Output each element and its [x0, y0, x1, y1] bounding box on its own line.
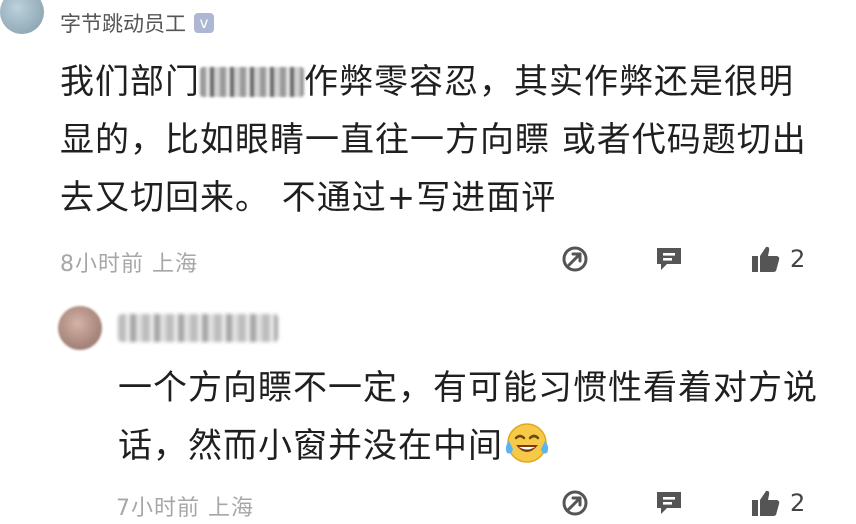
like-icon: [752, 490, 780, 516]
censored-text: [200, 67, 304, 97]
reply-text: 一个方向瞟不一定，有可能习惯性看着对方说话，然而小窗并没在中间: [118, 359, 818, 483]
comment-location: 上海: [152, 252, 199, 277]
reply-text-content: 一个方向瞟不一定，有可能习惯性看着对方说话，然而小窗并没在中间: [118, 368, 818, 466]
reply-author-censored[interactable]: [118, 314, 278, 342]
verified-icon: v: [194, 13, 214, 33]
comment-author[interactable]: 字节跳动员工 v: [60, 8, 214, 38]
avatar[interactable]: [0, 0, 44, 34]
author-name[interactable]: 字节跳动员工: [60, 8, 186, 38]
comment-meta: 8小时前 上海: [60, 246, 198, 278]
share-icon[interactable]: [560, 244, 590, 274]
like-button[interactable]: 2: [750, 244, 805, 274]
share-icon[interactable]: [560, 488, 590, 518]
reply-location: 上海: [208, 496, 255, 521]
like-count: 2: [790, 489, 806, 517]
like-button[interactable]: 2: [750, 488, 805, 518]
reply-avatar[interactable]: [58, 306, 102, 350]
like-icon: [752, 246, 780, 272]
tears-of-joy-emoji: [503, 421, 551, 483]
reply-meta: 7小时前 上海: [116, 490, 254, 522]
reply-time: 7小时前: [116, 496, 200, 521]
comment-text-part-1: 我们部门: [60, 62, 200, 102]
comment-icon[interactable]: [653, 488, 685, 518]
comment-text: 我们部门 作弊零容忍，其实作弊还是很明显的，比如眼睛一直往一方向瞟 或者代码题切出…: [60, 53, 820, 227]
comment-time: 8小时前: [60, 252, 144, 277]
comment-icon[interactable]: [653, 244, 685, 274]
like-count: 2: [790, 245, 806, 273]
